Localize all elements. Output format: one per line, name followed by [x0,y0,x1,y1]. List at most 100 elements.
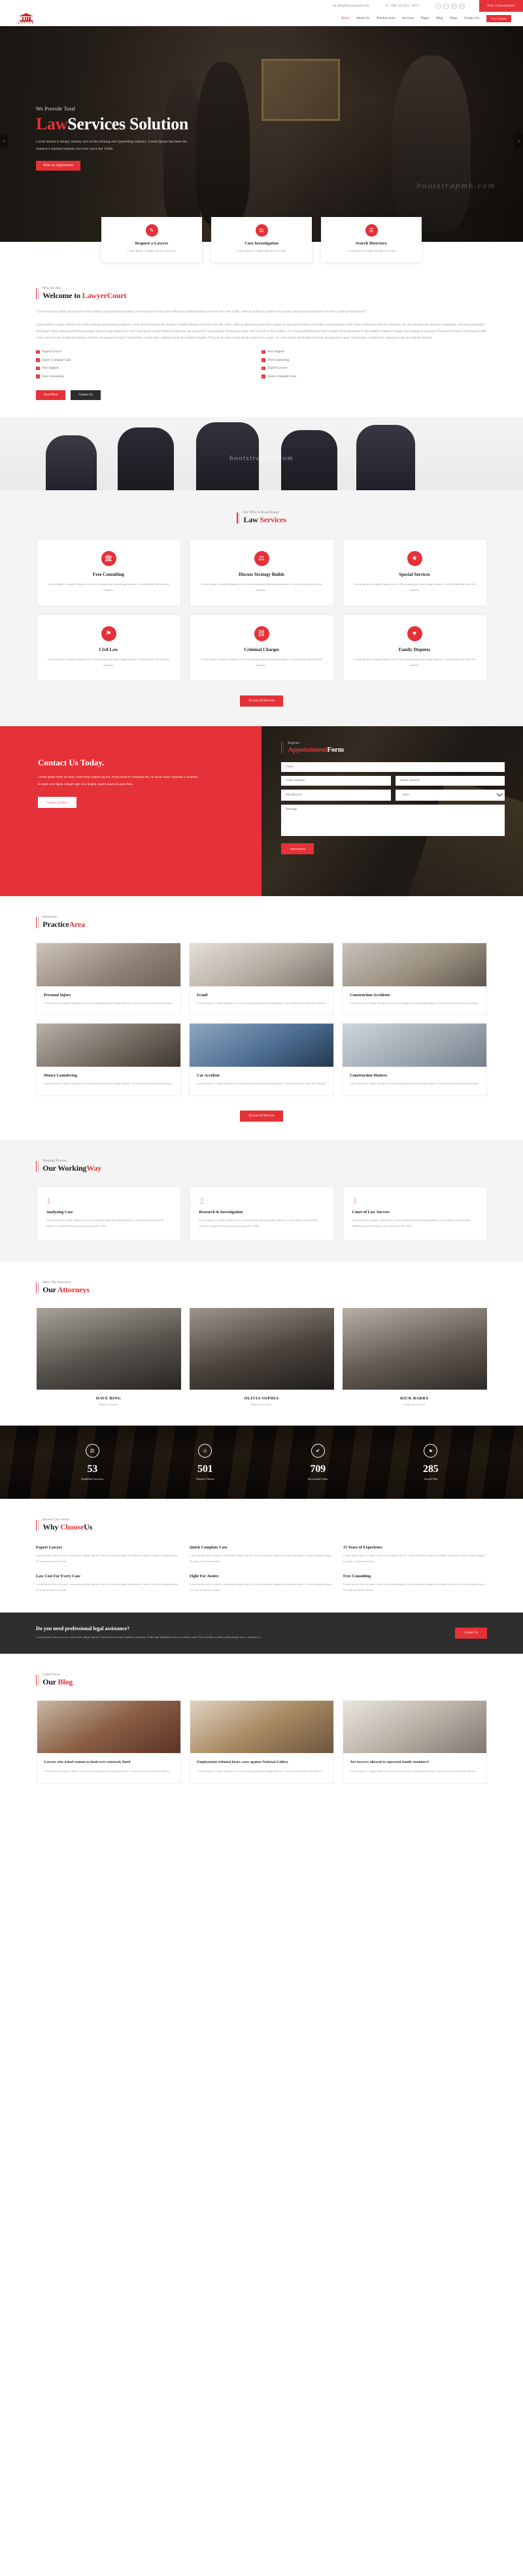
appointment-submit-button[interactable]: Appointment [281,843,314,854]
service-card[interactable]: ⚑ Civil Law Lorem Ipsum is simply dummy … [36,614,181,681]
hero-appointment-button[interactable]: Make An Appointment [36,161,80,171]
working-title: Our WorkingWay [42,1163,101,1173]
check-icon: ✓ [262,358,265,362]
services-title-accent: Services [260,514,286,524]
service-card[interactable]: ⛓ Criminal Charges Lorem Ipsum is simply… [189,614,334,681]
attorney-card[interactable]: RICK BARRY Corporate Lawyer [342,1308,487,1406]
check-label: Expert Lawyer [267,367,288,371]
practice-card[interactable]: Construction Accidents Lorem Ipsum is sim… [342,942,487,1016]
heading-bars-icon [36,288,39,300]
attorney-name: DAVE BING [96,1396,121,1401]
working-card-title: Research & Investigation [199,1209,243,1214]
feature-card[interactable]: ☰ Search Directory Lorem Ipsum is simply… [321,217,422,263]
why-title-plain: Why [42,1522,61,1532]
hero-slider: We Provide Total LawServices Solution Lo… [0,26,523,242]
counters-grid: ⚖ 53 Qualified Lawyers ☺ 501 Trusted Cli… [36,1444,487,1480]
get-a-quote-button[interactable]: Get A Quote [486,15,511,22]
attorney-name: OLIVIA SOPHIA [244,1396,279,1401]
blog-card[interactable]: Employment tribunal hears cases against … [189,1699,334,1784]
blog-image [343,1700,486,1753]
about-heading: Who We Are Welcome to LawyerCourt [36,287,487,301]
gender-select[interactable]: Male Female [395,789,505,801]
counter-item: ✔ 709 Successful Cases [262,1444,375,1480]
nav-item-about-us[interactable]: About Us [356,17,369,20]
smile-icon: ☺ [198,1444,212,1458]
attorney-card[interactable]: OLIVIA SOPHIA Business Lawyer [189,1308,334,1406]
working-card[interactable]: 2 Research & Investigation Lorem Ipsum i… [189,1186,334,1241]
contact-title: Contact Us Today. [38,757,105,767]
step-number: 3 [352,1196,358,1207]
nav-item-practice-area[interactable]: Practice Area [377,17,395,20]
attorneys-title-plain: Our [42,1285,58,1295]
site-logo[interactable]: LAWYER [18,13,35,24]
name-input[interactable] [281,761,505,772]
twitter-icon[interactable]: t [443,3,450,9]
about-title: Welcome to LawyerCourt [42,291,126,301]
service-card[interactable]: 🏛 Free Consulting Lorem Ipsum is simply … [36,539,181,606]
working-card[interactable]: 1 Analyzing Case Lorem Ipsum is simply d… [36,1186,181,1241]
check-icon: ✓ [262,350,265,354]
attorney-card[interactable]: DAVE BING Family Lawyer [36,1308,181,1407]
nav-item-blog[interactable]: Blog [436,17,443,20]
feature-card[interactable]: ✎ Request a Lawyer Lorem Ipsum is simply… [101,217,202,263]
cta-contact-button[interactable]: Contact Us [454,1628,487,1639]
blog-card[interactable]: Lawyer who asked woman to head over cens… [36,1699,181,1784]
practice-card[interactable]: Construction Matters Lorem Ipsum is simpl… [342,1023,487,1096]
attorneys-grid: DAVE BING Family Lawyer OLIVIA SOPHIA Bu… [36,1308,487,1406]
services-title-plain: Law [243,514,260,524]
page-root: ✉ info@lawyercourt.com ✆ +001 321 254 - … [0,0,523,1798]
services-heading: We Offer A Broad Range Law Services [36,511,487,525]
slider-next-arrow[interactable]: › [515,134,523,148]
blog-title-accent: Blog [58,1677,73,1686]
browse-all-practice-button[interactable]: Browse All Services [240,1110,283,1122]
service-title: Free Consulting [93,571,124,577]
blog-card[interactable]: Are lawyers allowed to represent family … [342,1699,487,1784]
cta-title: Do you need professional legal assistanc… [36,1626,130,1632]
feature-card[interactable]: ⚖ Case Investigation Lorem Ipsum is simp… [211,217,312,263]
practice-card[interactable]: Money Laundering Lorem Ipsum is simply du… [36,1023,181,1096]
google-plus-icon[interactable]: G+ [459,3,465,9]
free-consultation-button[interactable]: Free Consultation [479,0,523,12]
phone-input[interactable] [395,775,505,786]
facebook-icon[interactable]: f [435,3,442,9]
working-heading: Working Process Our WorkingWay [36,1160,487,1173]
working-grid: 1 Analyzing Case Lorem Ipsum is simply d… [36,1186,487,1241]
service-title: Special Services [399,571,430,577]
phone-info[interactable]: ✆ +001 321 254 - 5874 [386,4,418,8]
hero-wall-art [262,59,340,121]
nav-item-pages[interactable]: Pages [421,17,429,20]
nav-item-shop[interactable]: Shop [450,17,457,20]
hero-paragraph: Lorem Ipsum is simply dummy text of the … [36,140,187,152]
contact-us-now-button[interactable]: Contact Us Now [38,796,76,808]
linkedin-icon[interactable]: in [451,3,458,9]
practice-card[interactable]: Personal Injury Lorem Ipsum is simply dum… [36,942,181,1016]
practice-card[interactable]: Car Accident Lorem Ipsum is simply dummy … [189,1023,334,1096]
contact-us-button[interactable]: Contact Us [71,390,101,400]
nav-item-contact-us[interactable]: Contact Us [464,17,479,20]
attorney-role: Family Lawyer [99,1403,118,1407]
appointment-form: Male Female Appointment [281,761,505,854]
case-investigation-icon: ⚖ [255,224,268,237]
practice-card-text: Lorem Ipsum is simply dummy text of the … [197,1001,326,1005]
working-card[interactable]: 3 Court of Law Success Lorem Ipsum is si… [342,1186,487,1241]
browse-all-services-button[interactable]: Browse All Services [240,695,283,707]
date-input[interactable] [281,789,391,801]
star-icon: ★ [424,1444,438,1458]
practice-card[interactable]: Fraud Lorem Ipsum is simply dummy text of… [189,942,334,1016]
read-more-button[interactable]: Read More [36,390,66,400]
counter-value: 709 [310,1464,326,1475]
email-text: info@lawyercourt.com [337,4,369,8]
slider-prev-arrow[interactable]: ‹ [0,134,8,148]
service-card[interactable]: ♥ Family Disputes Lorem Ipsum is simply … [342,614,487,681]
email-info[interactable]: ✉ info@lawyercourt.com [333,4,369,8]
why-item: 15 Years of Experience Lorem ipsum dolor … [343,1545,486,1565]
service-card[interactable]: ★ Special Services Lorem Ipsum is simply… [342,539,487,606]
service-card[interactable]: ⚖ Discuss Strategy Builds Lorem Ipsum is… [189,539,334,606]
feature-cards: ✎ Request a Lawyer Lorem Ipsum is simply… [0,217,523,263]
email-input[interactable] [281,775,391,786]
heading-bars-icon [36,1160,39,1172]
nav-item-home[interactable]: Home [341,17,349,20]
flag-icon: ⚑ [101,626,116,641]
nav-item-services[interactable]: Services [402,17,414,20]
message-textarea[interactable] [281,804,505,836]
